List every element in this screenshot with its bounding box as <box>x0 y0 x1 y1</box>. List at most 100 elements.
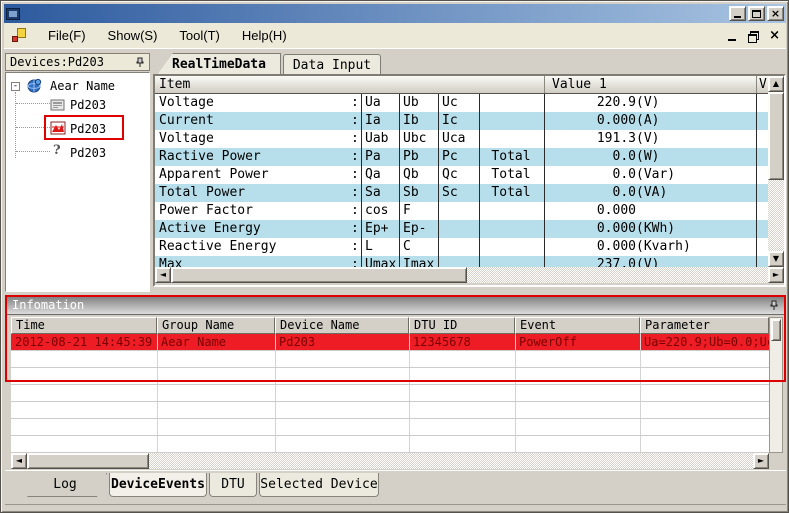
event-column-header[interactable]: Group Name <box>157 317 275 334</box>
realtime-row[interactable]: Reactive Energy:LC0.000(Kvarh) <box>155 238 768 256</box>
column-header-item[interactable]: Item <box>159 76 190 93</box>
phase-a-label: Uab <box>365 130 388 148</box>
scrollbar-thumb[interactable] <box>768 92 784 180</box>
value-unit: (Kvarh) <box>636 238 691 256</box>
realtime-row[interactable]: Voltage:UaUbUc220.9(V) <box>155 94 768 112</box>
event-column-header[interactable]: Parameter <box>640 317 769 334</box>
minimize-button[interactable] <box>729 6 746 21</box>
tree-device-item-unknown[interactable]: Pd203 <box>70 146 106 160</box>
pin-icon[interactable] <box>769 300 779 311</box>
scroll-down-button[interactable]: ▼ <box>768 251 784 267</box>
column-header-value1[interactable]: Value 1 <box>552 76 607 93</box>
event-table: TimeGroup NameDevice NameDTU IDEventPara… <box>11 317 769 453</box>
realtime-row[interactable]: Power Factor:cosF0.000 <box>155 202 768 220</box>
bottom-tab-strip: Log DeviceEvents DTU Selected Device <box>5 470 786 504</box>
tab-selected-device[interactable]: Selected Device <box>259 473 379 497</box>
maximize-button[interactable] <box>748 6 765 21</box>
scroll-left-button[interactable]: ◄ <box>11 453 27 469</box>
tree-root-item[interactable]: Aear Name <box>50 79 115 93</box>
event-column-header[interactable]: Event <box>515 317 640 334</box>
main-tab-strip: RealTimeData Data Input <box>153 53 786 75</box>
tree-device-item[interactable]: Pd203 <box>70 98 106 112</box>
realtime-table-body: Voltage:UaUbUc220.9(V)Current:IaIbIc0.00… <box>155 94 768 267</box>
event-row-empty[interactable] <box>11 351 769 368</box>
mdi-child-icon[interactable] <box>12 28 27 43</box>
event-column-header[interactable]: DTU ID <box>409 317 515 334</box>
tab-data-input[interactable]: Data Input <box>283 54 381 75</box>
title-bar[interactable]: × <box>4 4 786 23</box>
menu-help[interactable]: Help(H) <box>231 24 298 47</box>
mdi-minimize-icon[interactable] <box>728 39 736 41</box>
event-column-header[interactable]: Time <box>11 317 157 334</box>
tree-device-item-alarm[interactable]: Pd203 <box>70 122 106 136</box>
devices-panel-header: Devices:Pd203 <box>5 53 150 71</box>
realtime-vertical-scrollbar[interactable]: ▲ ▼ <box>768 76 784 267</box>
menu-bar: File(F) Show(S) Tool(T) Help(H) <box>4 23 786 49</box>
item-colon: : <box>351 112 359 130</box>
phase-b-label: Qb <box>403 166 419 184</box>
scroll-left-button[interactable]: ◄ <box>155 267 171 283</box>
app-window: × File(F) Show(S) Tool(T) Help(H) × Devi… <box>0 0 789 513</box>
value-number: 191.3 <box>545 130 636 148</box>
mdi-close-icon[interactable]: × <box>769 29 780 42</box>
tab-log[interactable]: Log <box>23 473 107 497</box>
event-row-empty[interactable] <box>11 368 769 385</box>
item-label: Active Energy <box>159 220 261 238</box>
event-cell-group_name: Aear Name <box>157 334 275 351</box>
tab-device-events[interactable]: DeviceEvents <box>109 473 207 497</box>
column-header-value2[interactable]: V <box>759 76 767 93</box>
realtime-row[interactable]: Total Power:SaSbScTotal0.0(VA) <box>155 184 768 202</box>
realtime-row[interactable]: Active Energy:Ep+Ep-0.000(KWh) <box>155 220 768 238</box>
realtime-row[interactable]: Voltage:UabUbcUca191.3(V) <box>155 130 768 148</box>
value-number: 0.000 <box>545 202 636 220</box>
scroll-up-button[interactable]: ▲ <box>768 76 784 92</box>
event-cell-dtu_id: 12345678 <box>409 334 515 351</box>
event-row-empty[interactable] <box>11 385 769 402</box>
event-row[interactable]: 2012-08-21 14:45:39Aear NamePd2031234567… <box>11 334 769 351</box>
tree-connector <box>15 92 16 158</box>
event-cell-device_name: Pd203 <box>275 334 409 351</box>
scroll-right-button[interactable]: ► <box>753 453 769 469</box>
realtime-horizontal-scrollbar[interactable]: ◄ ► <box>155 267 784 283</box>
scrollbar-thumb[interactable] <box>171 267 467 283</box>
mdi-restore-icon[interactable] <box>748 31 757 40</box>
information-horizontal-scrollbar[interactable]: ◄ ► <box>11 453 769 469</box>
menu-tool[interactable]: Tool(T) <box>168 24 230 47</box>
tab-dtu[interactable]: DTU <box>209 473 257 497</box>
information-panel-title: Infomation <box>12 298 84 312</box>
meter-icon <box>50 97 66 116</box>
realtime-row[interactable]: Apparent Power:QaQbQcTotal0.0(Var) <box>155 166 768 184</box>
tab-realtimedata[interactable]: RealTimeData <box>157 53 281 75</box>
event-column-header[interactable]: Device Name <box>275 317 409 334</box>
phase-b-label: Imax <box>403 256 434 267</box>
scroll-right-button[interactable]: ► <box>768 267 784 283</box>
event-row-empty[interactable] <box>11 402 769 419</box>
devices-panel-title: Devices:Pd203 <box>10 55 104 69</box>
scrollbar-thumb[interactable] <box>27 453 149 469</box>
information-panel-header: Infomation <box>5 295 786 315</box>
item-colon: : <box>351 94 359 112</box>
item-label: Power Factor <box>159 202 253 220</box>
pin-icon[interactable] <box>135 57 145 68</box>
phase-c-label: Sc <box>442 184 458 202</box>
menu-show[interactable]: Show(S) <box>97 24 169 47</box>
information-vertical-scrollbar[interactable] <box>769 317 783 453</box>
tree-connector <box>16 151 50 152</box>
scrollbar-thumb[interactable] <box>771 319 781 341</box>
realtime-row[interactable]: Current:IaIbIc0.000(A) <box>155 112 768 130</box>
close-button[interactable]: × <box>767 6 784 21</box>
realtime-row[interactable]: Ractive Power:PaPbPcTotal0.0(W) <box>155 148 768 166</box>
item-label: Current <box>159 112 214 130</box>
menu-file[interactable]: File(F) <box>37 24 97 47</box>
phase-a-label: L <box>365 238 373 256</box>
event-row-empty[interactable] <box>11 436 769 453</box>
phase-b-label: Ib <box>403 112 419 130</box>
item-label: Max <box>159 256 182 267</box>
tree-expand-toggle[interactable]: - <box>11 82 20 91</box>
realtime-row[interactable]: Max:UmaxImax237.0(V) <box>155 256 768 267</box>
event-row-empty[interactable] <box>11 419 769 436</box>
phase-a-label: Ia <box>365 112 381 130</box>
device-tree: - Aear Name Pd203 Pd203 ? Pd203 <box>5 72 150 292</box>
phase-b-label: Ubc <box>403 130 426 148</box>
globe-icon <box>26 78 43 97</box>
